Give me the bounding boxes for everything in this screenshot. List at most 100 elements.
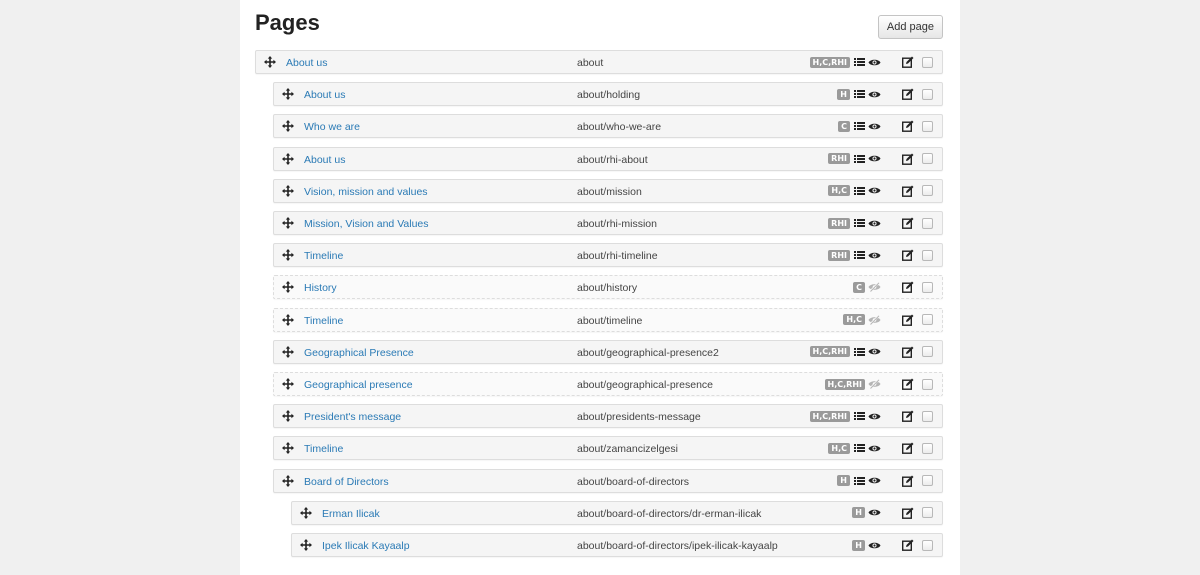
- move-arrows-icon[interactable]: [282, 378, 294, 390]
- edit-icon[interactable]: [902, 378, 914, 390]
- eye-icon[interactable]: [868, 120, 881, 132]
- page-title-link[interactable]: About us: [304, 89, 345, 101]
- row-checkbox[interactable]: [922, 314, 933, 326]
- page-title-link[interactable]: About us: [286, 57, 327, 69]
- row-checkbox[interactable]: [922, 539, 933, 551]
- eye-icon[interactable]: [868, 56, 881, 68]
- move-arrows-icon[interactable]: [282, 410, 294, 423]
- row-checkbox[interactable]: [922, 217, 933, 229]
- move-arrows-icon[interactable]: [264, 56, 276, 68]
- edit-icon[interactable]: [902, 442, 914, 455]
- row-checkbox[interactable]: [922, 249, 933, 261]
- row-checkbox[interactable]: [922, 442, 933, 454]
- row-checkbox[interactable]: [922, 378, 933, 390]
- row-checkbox[interactable]: [922, 88, 933, 100]
- edit-icon[interactable]: [902, 88, 914, 101]
- move-arrows-icon[interactable]: [282, 442, 294, 455]
- move-arrows-icon[interactable]: [282, 217, 294, 229]
- eye-icon[interactable]: [868, 539, 881, 551]
- edit-icon[interactable]: [902, 185, 914, 197]
- page-title-link[interactable]: Vision, mission and values: [304, 186, 428, 198]
- move-arrows-icon[interactable]: [282, 184, 294, 197]
- row-checkbox[interactable]: [922, 475, 933, 487]
- page-title-link[interactable]: About us: [304, 154, 345, 166]
- eye-icon[interactable]: [868, 442, 881, 454]
- edit-icon[interactable]: [902, 346, 914, 358]
- page-path: about/rhi-about: [577, 153, 648, 166]
- move-arrows-icon[interactable]: [282, 88, 294, 101]
- page-path: about/geographical-presence: [577, 379, 714, 391]
- edit-icon[interactable]: [902, 153, 914, 165]
- move-arrows-icon[interactable]: [282, 120, 294, 133]
- row-checkbox[interactable]: [922, 281, 933, 293]
- eye-icon[interactable]: [868, 507, 881, 519]
- edit-icon[interactable]: [902, 475, 914, 487]
- move-arrows-icon[interactable]: [300, 539, 312, 551]
- row-checkbox[interactable]: [922, 507, 933, 519]
- row-checkbox[interactable]: [922, 153, 933, 165]
- row-checkbox[interactable]: [922, 185, 933, 197]
- page-title-link[interactable]: Who we are: [304, 121, 360, 133]
- page-title-link[interactable]: Timeline: [304, 443, 343, 455]
- page-title-link[interactable]: Mission, Vision and Values: [304, 218, 429, 230]
- eye-icon[interactable]: [868, 475, 881, 487]
- eye-icon[interactable]: [868, 153, 881, 165]
- row-checkbox[interactable]: [922, 120, 933, 132]
- site-badge: H,C,RHI: [809, 56, 850, 68]
- move-arrows-icon[interactable]: [282, 313, 294, 326]
- edit-icon[interactable]: [902, 314, 914, 326]
- page-path: about/zamancizelgesi: [577, 443, 678, 456]
- eye-icon[interactable]: [868, 185, 881, 197]
- move-arrows-icon[interactable]: [282, 249, 294, 262]
- table-row: About us about/rhi-about RHI: [273, 146, 943, 171]
- site-badge: H: [852, 507, 865, 519]
- page-title-link[interactable]: Ipek Ilicak Kayaalp: [322, 540, 410, 552]
- table-row: Erman Ilicak about/board-of-directors/dr-…: [291, 500, 943, 525]
- eye-icon[interactable]: [868, 217, 881, 229]
- edit-icon[interactable]: [902, 281, 914, 294]
- eye-icon[interactable]: [868, 346, 881, 358]
- site-badge: H,C,RHI: [809, 410, 850, 422]
- row-tools: H,C: [828, 437, 933, 459]
- edit-icon[interactable]: [902, 507, 914, 519]
- edit-icon[interactable]: [902, 217, 914, 229]
- site-badge: H,C: [828, 185, 850, 197]
- page-title-link[interactable]: Geographical Presence: [304, 347, 414, 359]
- table-row: About us about/holding H: [273, 82, 943, 107]
- page-path: about/geographical-presence2: [577, 346, 719, 359]
- page-path: about/mission: [577, 185, 642, 198]
- row-checkbox[interactable]: [922, 346, 933, 358]
- add-page-button[interactable]: Add page: [877, 15, 943, 39]
- edit-icon[interactable]: [902, 539, 914, 551]
- page-title-link[interactable]: President's message: [304, 411, 401, 423]
- eye-icon[interactable]: [868, 88, 881, 100]
- page-title-link[interactable]: Timeline: [304, 315, 343, 327]
- eye-slash-icon[interactable]: [868, 314, 881, 326]
- edit-icon[interactable]: [902, 249, 914, 262]
- move-arrows-icon[interactable]: [282, 474, 294, 487]
- eye-icon[interactable]: [868, 249, 881, 261]
- row-checkbox[interactable]: [922, 410, 933, 422]
- eye-slash-icon[interactable]: [868, 281, 881, 293]
- page-title-link[interactable]: Board of Directors: [304, 476, 389, 488]
- page-title-link[interactable]: Timeline: [304, 250, 343, 262]
- list-icon: [853, 153, 865, 165]
- list-icon: [853, 56, 865, 68]
- list-icon: [853, 185, 865, 197]
- page-title-link[interactable]: History: [304, 282, 337, 294]
- eye-icon[interactable]: [868, 410, 881, 422]
- edit-icon[interactable]: [902, 56, 914, 68]
- eye-slash-icon[interactable]: [868, 378, 881, 390]
- move-arrows-icon[interactable]: [282, 152, 294, 165]
- page-title-link[interactable]: Geographical presence: [304, 379, 413, 391]
- table-row: Who we are about/who-we-are C: [273, 114, 943, 139]
- move-arrows-icon[interactable]: [282, 345, 294, 358]
- row-checkbox[interactable]: [922, 56, 933, 68]
- move-arrows-icon[interactable]: [282, 281, 294, 294]
- page-title-link[interactable]: Erman Ilicak: [322, 508, 380, 520]
- site-badge: H,C: [828, 442, 850, 454]
- move-arrows-icon[interactable]: [300, 506, 312, 519]
- edit-icon[interactable]: [902, 410, 914, 423]
- edit-icon[interactable]: [902, 120, 914, 133]
- table-row: About us about H,C,RHI: [255, 50, 943, 74]
